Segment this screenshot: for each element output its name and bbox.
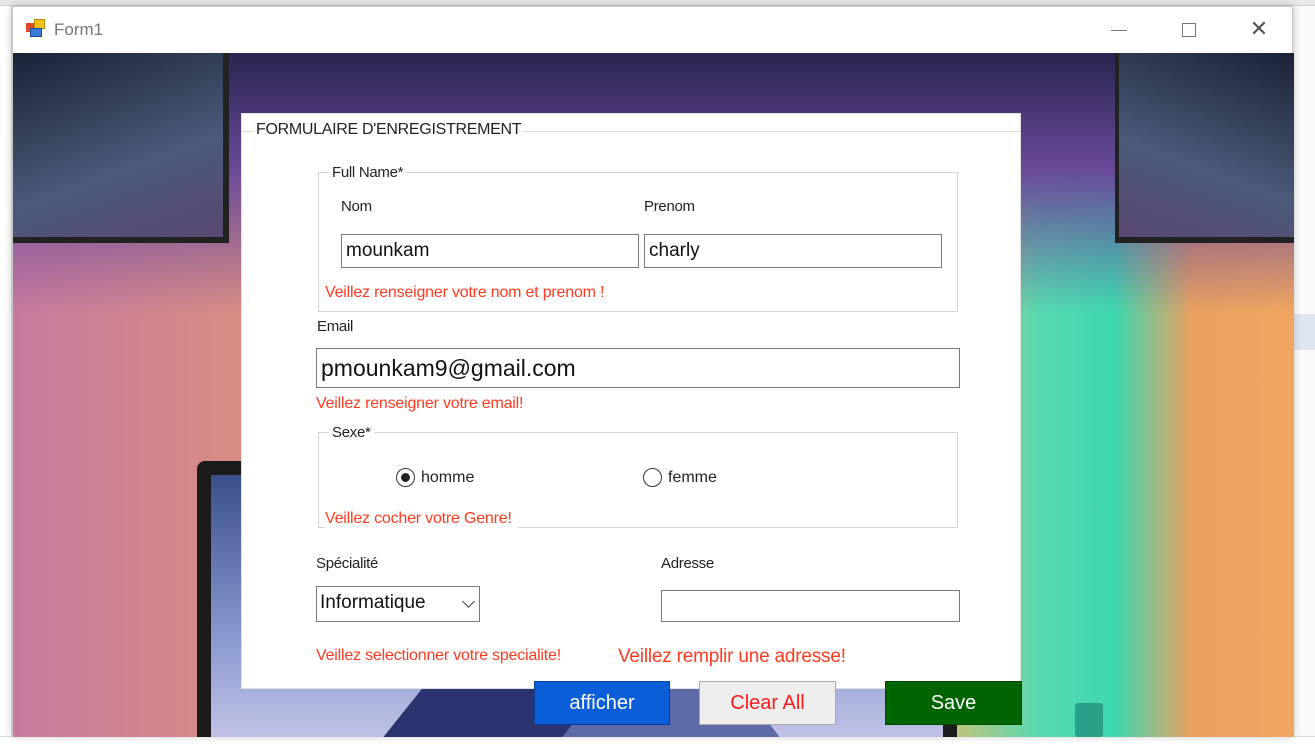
chevron-down-icon[interactable]	[462, 595, 475, 608]
form-client-area: FORMULAIRE D'ENREGISTREMENT Full Name* N…	[13, 53, 1294, 737]
clear-all-button[interactable]: Clear All	[699, 681, 836, 725]
title-bar[interactable]: Form1 ✕	[13, 7, 1292, 53]
adresse-input[interactable]	[661, 590, 960, 622]
background-picture-frame-right	[1115, 53, 1294, 243]
background-left-panel	[0, 6, 12, 746]
sexe-group: Sexe* homme femme Veillez cocher votre G…	[318, 424, 958, 528]
afficher-button[interactable]: afficher	[534, 681, 670, 725]
adresse-error: Veillez remplir une adresse!	[618, 646, 846, 667]
form-group-title: FORMULAIRE D'ENREGISTREMENT	[254, 121, 524, 139]
registration-form-panel: FORMULAIRE D'ENREGISTREMENT Full Name* N…	[241, 113, 1021, 689]
full-name-legend: Full Name*	[329, 164, 407, 181]
close-icon: ✕	[1249, 16, 1269, 41]
background-glass	[1075, 703, 1103, 737]
email-error: Veillez renseigner votre email!	[316, 395, 524, 412]
background-selected-row	[1293, 314, 1315, 350]
nom-label: Nom	[341, 198, 372, 215]
save-button[interactable]: Save	[885, 681, 1022, 725]
background-picture-frame-left	[13, 53, 229, 243]
minimize-icon	[1111, 30, 1127, 31]
sexe-legend: Sexe*	[329, 424, 374, 441]
specialite-error: Veillez selectionner votre specialite!	[316, 647, 561, 664]
radio-homme-label: homme	[421, 468, 475, 486]
specialite-select[interactable]: Informatique	[316, 586, 480, 622]
radio-femme-indicator[interactable]	[643, 468, 662, 487]
sexe-error: Veillez cocher votre Genre!	[325, 510, 518, 528]
window-title: Form1	[54, 20, 104, 39]
full-name-error: Veillez renseigner votre nom et prenom !	[325, 284, 605, 301]
background-bottom-bar	[0, 736, 1315, 756]
radio-femme-label: femme	[668, 468, 717, 486]
background-right-panel	[1293, 6, 1315, 756]
email-input[interactable]	[316, 348, 960, 388]
email-label: Email	[317, 318, 354, 335]
specialite-selected-value: Informatique	[320, 592, 426, 613]
winforms-app-icon	[26, 19, 46, 37]
specialite-label: Spécialité	[316, 555, 379, 572]
radio-femme[interactable]: femme	[643, 468, 717, 487]
prenom-input[interactable]	[644, 234, 942, 268]
maximize-button[interactable]	[1154, 7, 1224, 53]
prenom-label: Prenom	[644, 198, 695, 215]
adresse-label: Adresse	[661, 555, 714, 572]
maximize-icon	[1182, 23, 1196, 37]
full-name-group: Full Name* Nom Prenom Veillez renseigner…	[318, 164, 958, 312]
close-button[interactable]: ✕	[1224, 7, 1294, 53]
minimize-button[interactable]	[1084, 7, 1154, 53]
radio-homme[interactable]: homme	[396, 468, 474, 487]
radio-homme-indicator[interactable]	[396, 468, 415, 487]
nom-input[interactable]	[341, 234, 639, 268]
form1-window: Form1 ✕ FORMULAIRE D'ENREGISTREMENT Full…	[12, 6, 1294, 737]
